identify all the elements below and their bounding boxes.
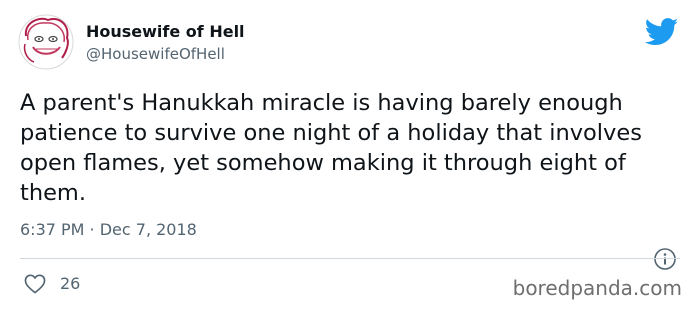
author-display-name[interactable]: Housewife of Hell bbox=[86, 22, 245, 41]
like-count[interactable]: 26 bbox=[60, 274, 80, 293]
heart-icon[interactable] bbox=[24, 274, 46, 294]
tweet-text: A parent's Hanukkah miracle is having ba… bbox=[20, 90, 642, 206]
info-icon[interactable] bbox=[653, 247, 677, 271]
avatar-drawing bbox=[18, 14, 74, 70]
tweet-card: Housewife of Hell @HousewifeOfHell A par… bbox=[0, 0, 700, 311]
avatar[interactable] bbox=[18, 14, 74, 70]
tweet-timestamp[interactable]: 6:37 PM · Dec 7, 2018 bbox=[20, 220, 197, 239]
watermark: boredpanda.com bbox=[512, 276, 682, 300]
author-handle[interactable]: @HousewifeOfHell bbox=[86, 45, 225, 63]
twitter-bird-icon[interactable] bbox=[645, 18, 679, 46]
divider bbox=[20, 258, 680, 259]
